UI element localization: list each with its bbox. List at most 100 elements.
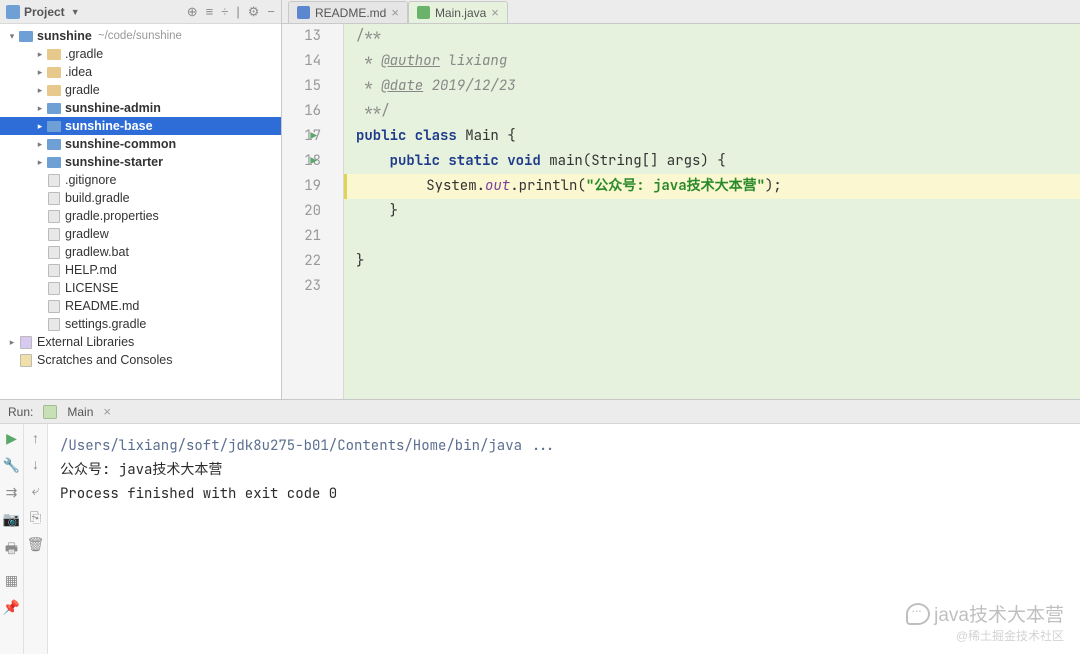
- tree-item[interactable]: gradlew.bat: [0, 243, 281, 261]
- rerun-icon[interactable]: ▶: [6, 430, 17, 447]
- tree-item[interactable]: build.gradle: [0, 189, 281, 207]
- code-line[interactable]: * @author lixiang: [356, 49, 1080, 74]
- code-line[interactable]: public static void main(String[] args) {: [356, 149, 1080, 174]
- console-line: 公众号: java技术大本营: [60, 458, 1068, 482]
- expand-arrow-icon[interactable]: ▸: [34, 103, 46, 114]
- up-icon[interactable]: ↑: [32, 430, 39, 446]
- tree-item[interactable]: LICENSE: [0, 279, 281, 297]
- down-icon[interactable]: ↓: [32, 456, 39, 472]
- expand-arrow-icon[interactable]: ▸: [34, 49, 46, 60]
- project-title[interactable]: Project: [24, 5, 65, 19]
- tree-item[interactable]: ▸ External Libraries: [0, 333, 281, 351]
- editor-tab[interactable]: Main.java×: [408, 1, 508, 23]
- expand-arrow-icon[interactable]: ▸: [6, 337, 18, 348]
- gutter-line[interactable]: 23: [282, 274, 321, 299]
- code-line[interactable]: * @date 2019/12/23: [356, 74, 1080, 99]
- tree-item[interactable]: ▸.gradle: [0, 45, 281, 63]
- tree-item[interactable]: ▸gradle: [0, 81, 281, 99]
- file-tree-icon: [46, 317, 61, 331]
- gutter-line[interactable]: 18▶: [282, 149, 321, 174]
- expand-arrow-icon[interactable]: ▸: [34, 85, 46, 96]
- pin-icon[interactable]: 📌: [3, 599, 20, 616]
- console-output[interactable]: /Users/lixiang/soft/jdk8u275-b01/Content…: [48, 424, 1080, 654]
- chevron-down-icon[interactable]: ▼: [71, 7, 80, 17]
- close-icon[interactable]: ×: [491, 5, 499, 20]
- soft-wrap-icon[interactable]: ⤶: [32, 482, 40, 499]
- gutter[interactable]: 1314151617▶18▶1920212223: [282, 24, 344, 399]
- gutter-line[interactable]: 20: [282, 199, 321, 224]
- tree-item[interactable]: gradlew: [0, 225, 281, 243]
- tree-item[interactable]: ▸sunshine-starter: [0, 153, 281, 171]
- code-content[interactable]: /** * @author lixiang * @date 2019/12/23…: [344, 24, 1080, 399]
- tree-item[interactable]: gradle.properties: [0, 207, 281, 225]
- close-icon[interactable]: ×: [103, 404, 111, 419]
- code-editor[interactable]: 1314151617▶18▶1920212223 /** * @author l…: [282, 24, 1080, 399]
- gutter-line[interactable]: 17▶: [282, 124, 321, 149]
- run-toolbar-left: ▶ 🔧 ⇉ 📷 🖶 ▦ 📌: [0, 424, 24, 654]
- locate-icon[interactable]: ⊕: [187, 4, 198, 20]
- code-line[interactable]: }: [356, 249, 1080, 274]
- tree-item[interactable]: Scratches and Consoles: [0, 351, 281, 369]
- tab-label: README.md: [315, 6, 386, 20]
- run-toolbar-right: ↑ ↓ ⤶ ⎘ 🗑: [24, 424, 48, 654]
- file-tree-icon: [46, 299, 61, 313]
- expand-arrow-icon[interactable]: ▸: [34, 121, 46, 132]
- gutter-line[interactable]: 21: [282, 224, 321, 249]
- tree-item[interactable]: ▸sunshine-base: [0, 117, 281, 135]
- tree-item-label: sunshine: [37, 29, 92, 43]
- gutter-line[interactable]: 22: [282, 249, 321, 274]
- layout-icon[interactable]: ▦: [5, 572, 18, 589]
- scroll-icon[interactable]: ⎘: [30, 509, 41, 526]
- gutter-line[interactable]: 13: [282, 24, 321, 49]
- code-line[interactable]: public class Main {: [356, 124, 1080, 149]
- tree-item-label: sunshine-common: [65, 137, 176, 151]
- expand-arrow-icon[interactable]: ▾: [6, 31, 18, 42]
- tree-item[interactable]: ▸ sunshine-common: [0, 135, 281, 153]
- tree-item[interactable]: README.md: [0, 297, 281, 315]
- code-line[interactable]: /**: [356, 24, 1080, 49]
- gutter-line[interactable]: 19: [282, 174, 321, 199]
- hide-icon[interactable]: −: [267, 4, 275, 20]
- gutter-line[interactable]: 15: [282, 74, 321, 99]
- tree-item[interactable]: settings.gradle: [0, 315, 281, 333]
- expand-arrow-icon[interactable]: ▸: [34, 157, 46, 168]
- tree-item-label: README.md: [65, 299, 139, 313]
- code-line[interactable]: System.out.println("公众号: java技术大本营");: [344, 174, 1080, 199]
- camera-icon[interactable]: 📷: [3, 511, 20, 528]
- clear-icon[interactable]: 🗑: [27, 536, 45, 553]
- gutter-line[interactable]: 16: [282, 99, 321, 124]
- project-icon: [6, 5, 20, 19]
- file-tree-icon: [46, 281, 61, 295]
- wrench-icon[interactable]: 🔧: [3, 457, 20, 474]
- close-icon[interactable]: ×: [391, 5, 399, 20]
- editor-tab[interactable]: README.md ×: [288, 1, 408, 23]
- tree-item-label: External Libraries: [37, 335, 134, 349]
- gear-icon[interactable]: ⚙: [248, 4, 260, 20]
- tree-item-label: Scratches and Consoles: [37, 353, 173, 367]
- expand-icon[interactable]: ≡: [206, 4, 214, 20]
- run-config-name[interactable]: Main: [67, 405, 93, 419]
- code-line[interactable]: }: [356, 199, 1080, 224]
- gutter-line[interactable]: 14: [282, 49, 321, 74]
- print-icon[interactable]: 🖶: [5, 538, 18, 562]
- code-line[interactable]: **/: [356, 99, 1080, 124]
- project-tree[interactable]: ▾sunshine~/code/sunshine▸.gradle▸.idea▸g…: [0, 24, 281, 399]
- project-tool-header: Project ▼ ⊕ ≡ ÷ | ⚙ −: [0, 0, 281, 24]
- settings-icon[interactable]: ⇉: [6, 484, 18, 501]
- code-line[interactable]: [356, 274, 1080, 299]
- tree-item[interactable]: ▸.idea: [0, 63, 281, 81]
- collapse-icon[interactable]: ÷: [221, 4, 228, 20]
- tree-item-path: ~/code/sunshine: [98, 30, 182, 42]
- file-tree-icon: [46, 191, 61, 205]
- run-gutter-icon[interactable]: ▶: [310, 124, 317, 149]
- run-gutter-icon[interactable]: ▶: [310, 149, 317, 174]
- code-line[interactable]: [356, 224, 1080, 249]
- console-line: /Users/lixiang/soft/jdk8u275-b01/Content…: [60, 434, 1068, 458]
- tree-item[interactable]: ▸sunshine-admin: [0, 99, 281, 117]
- file-tree-icon: [18, 29, 33, 43]
- expand-arrow-icon[interactable]: ▸: [34, 139, 46, 150]
- tree-item[interactable]: .gitignore: [0, 171, 281, 189]
- tree-item[interactable]: ▾ sunshine ~/code/sunshine: [0, 27, 281, 45]
- tree-item[interactable]: HELP.md: [0, 261, 281, 279]
- expand-arrow-icon[interactable]: ▸: [34, 67, 46, 78]
